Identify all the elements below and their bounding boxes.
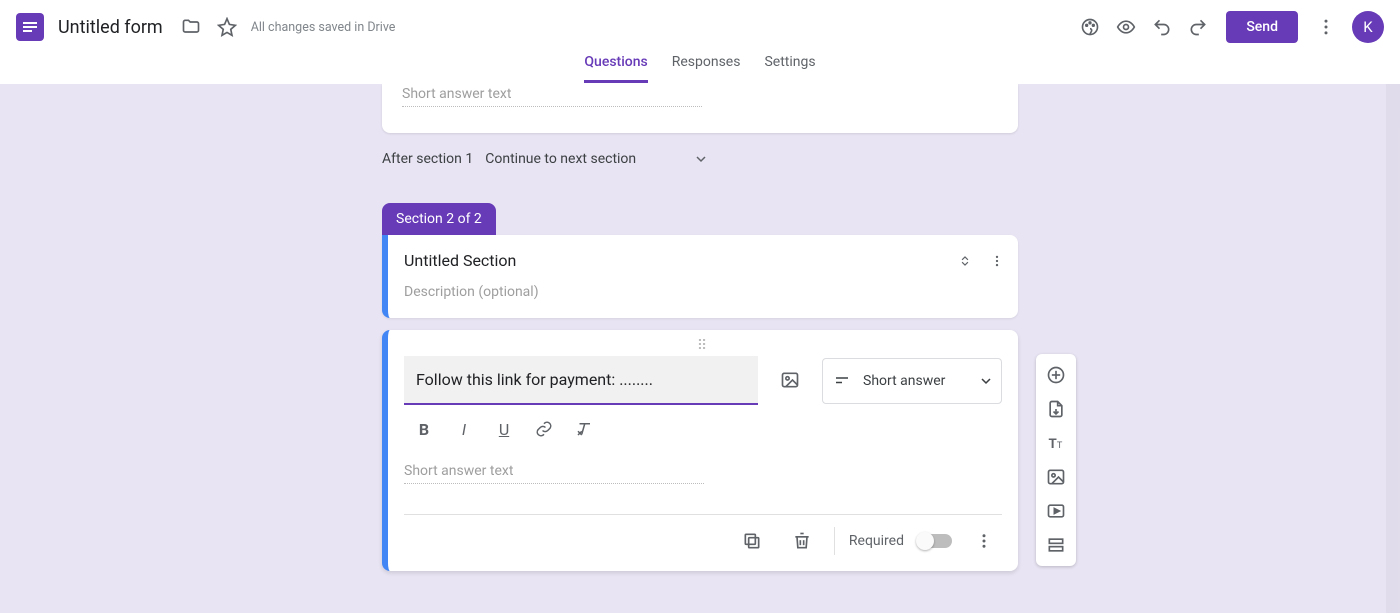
italic-icon[interactable]: I	[452, 417, 476, 441]
add-image-icon[interactable]	[772, 362, 808, 398]
tab-settings[interactable]: Settings	[764, 54, 815, 83]
question-type-dropdown[interactable]: Short answer	[822, 358, 1002, 404]
chevron-down-icon	[696, 154, 706, 164]
avatar[interactable]: K	[1352, 11, 1384, 43]
tabs-bar: Questions Responses Settings	[0, 54, 1400, 84]
answer-placeholder: Short answer text	[404, 459, 704, 484]
star-icon[interactable]	[209, 9, 245, 45]
redo-icon[interactable]	[1180, 9, 1216, 45]
previous-question-card[interactable]: Short answer text	[382, 84, 1018, 133]
send-button[interactable]: Send	[1226, 11, 1298, 43]
collapse-section-icon[interactable]	[958, 253, 972, 272]
add-title-icon[interactable]: TT	[1036, 426, 1076, 460]
after-section-row: After section 1 Continue to next section	[382, 133, 1018, 185]
tab-questions[interactable]: Questions	[584, 54, 647, 83]
tab-responses[interactable]: Responses	[672, 54, 741, 83]
undo-icon[interactable]	[1144, 9, 1180, 45]
after-section-label: After section 1	[382, 151, 473, 167]
active-question-card[interactable]: ⠿ Short answer B I U	[382, 330, 1018, 571]
preview-icon[interactable]	[1108, 9, 1144, 45]
scrollbar[interactable]	[1386, 84, 1400, 613]
section-title[interactable]: Untitled Section	[404, 251, 998, 270]
short-answer-icon	[833, 372, 851, 390]
add-video-icon[interactable]	[1036, 494, 1076, 528]
short-answer-placeholder: Short answer text	[402, 84, 702, 107]
after-section-selected: Continue to next section	[485, 151, 636, 167]
import-questions-icon[interactable]	[1036, 392, 1076, 426]
chevron-down-icon	[981, 376, 991, 386]
more-icon[interactable]	[1308, 9, 1344, 45]
floating-toolbar: TT	[1036, 354, 1076, 566]
delete-icon[interactable]	[784, 523, 820, 559]
add-section-icon[interactable]	[1036, 528, 1076, 562]
svg-text:T: T	[1049, 437, 1057, 452]
body-area: Short answer text After section 1 Contin…	[0, 84, 1400, 613]
question-more-icon[interactable]	[966, 523, 1002, 559]
format-toolbar: B I U	[388, 405, 1018, 445]
forms-logo	[16, 13, 44, 41]
question-footer: Required	[404, 514, 1002, 571]
clear-format-icon[interactable]	[572, 417, 596, 441]
svg-text:T: T	[1057, 441, 1063, 451]
theme-icon[interactable]	[1072, 9, 1108, 45]
required-toggle[interactable]	[918, 534, 952, 548]
folder-icon[interactable]	[173, 9, 209, 45]
duplicate-icon[interactable]	[734, 523, 770, 559]
form-title[interactable]: Untitled form	[58, 17, 163, 38]
link-icon[interactable]	[532, 417, 556, 441]
section-more-icon[interactable]	[990, 253, 1004, 272]
question-type-label: Short answer	[863, 373, 969, 389]
add-question-icon[interactable]	[1036, 358, 1076, 392]
section-header-card[interactable]: Untitled Section Description (optional)	[382, 235, 1018, 318]
bold-icon[interactable]: B	[412, 417, 436, 441]
question-text-input[interactable]	[404, 356, 758, 405]
divider	[834, 527, 835, 555]
drag-handle-icon[interactable]: ⠿	[388, 338, 1018, 352]
required-label: Required	[849, 533, 904, 549]
add-image-toolbar-icon[interactable]	[1036, 460, 1076, 494]
after-section-dropdown[interactable]: Continue to next section	[485, 151, 706, 167]
app-header: Untitled form All changes saved in Drive…	[0, 0, 1400, 54]
save-status: All changes saved in Drive	[251, 20, 396, 35]
underline-icon[interactable]: U	[492, 417, 516, 441]
section-badge: Section 2 of 2	[382, 203, 496, 235]
section-description[interactable]: Description (optional)	[404, 284, 998, 300]
